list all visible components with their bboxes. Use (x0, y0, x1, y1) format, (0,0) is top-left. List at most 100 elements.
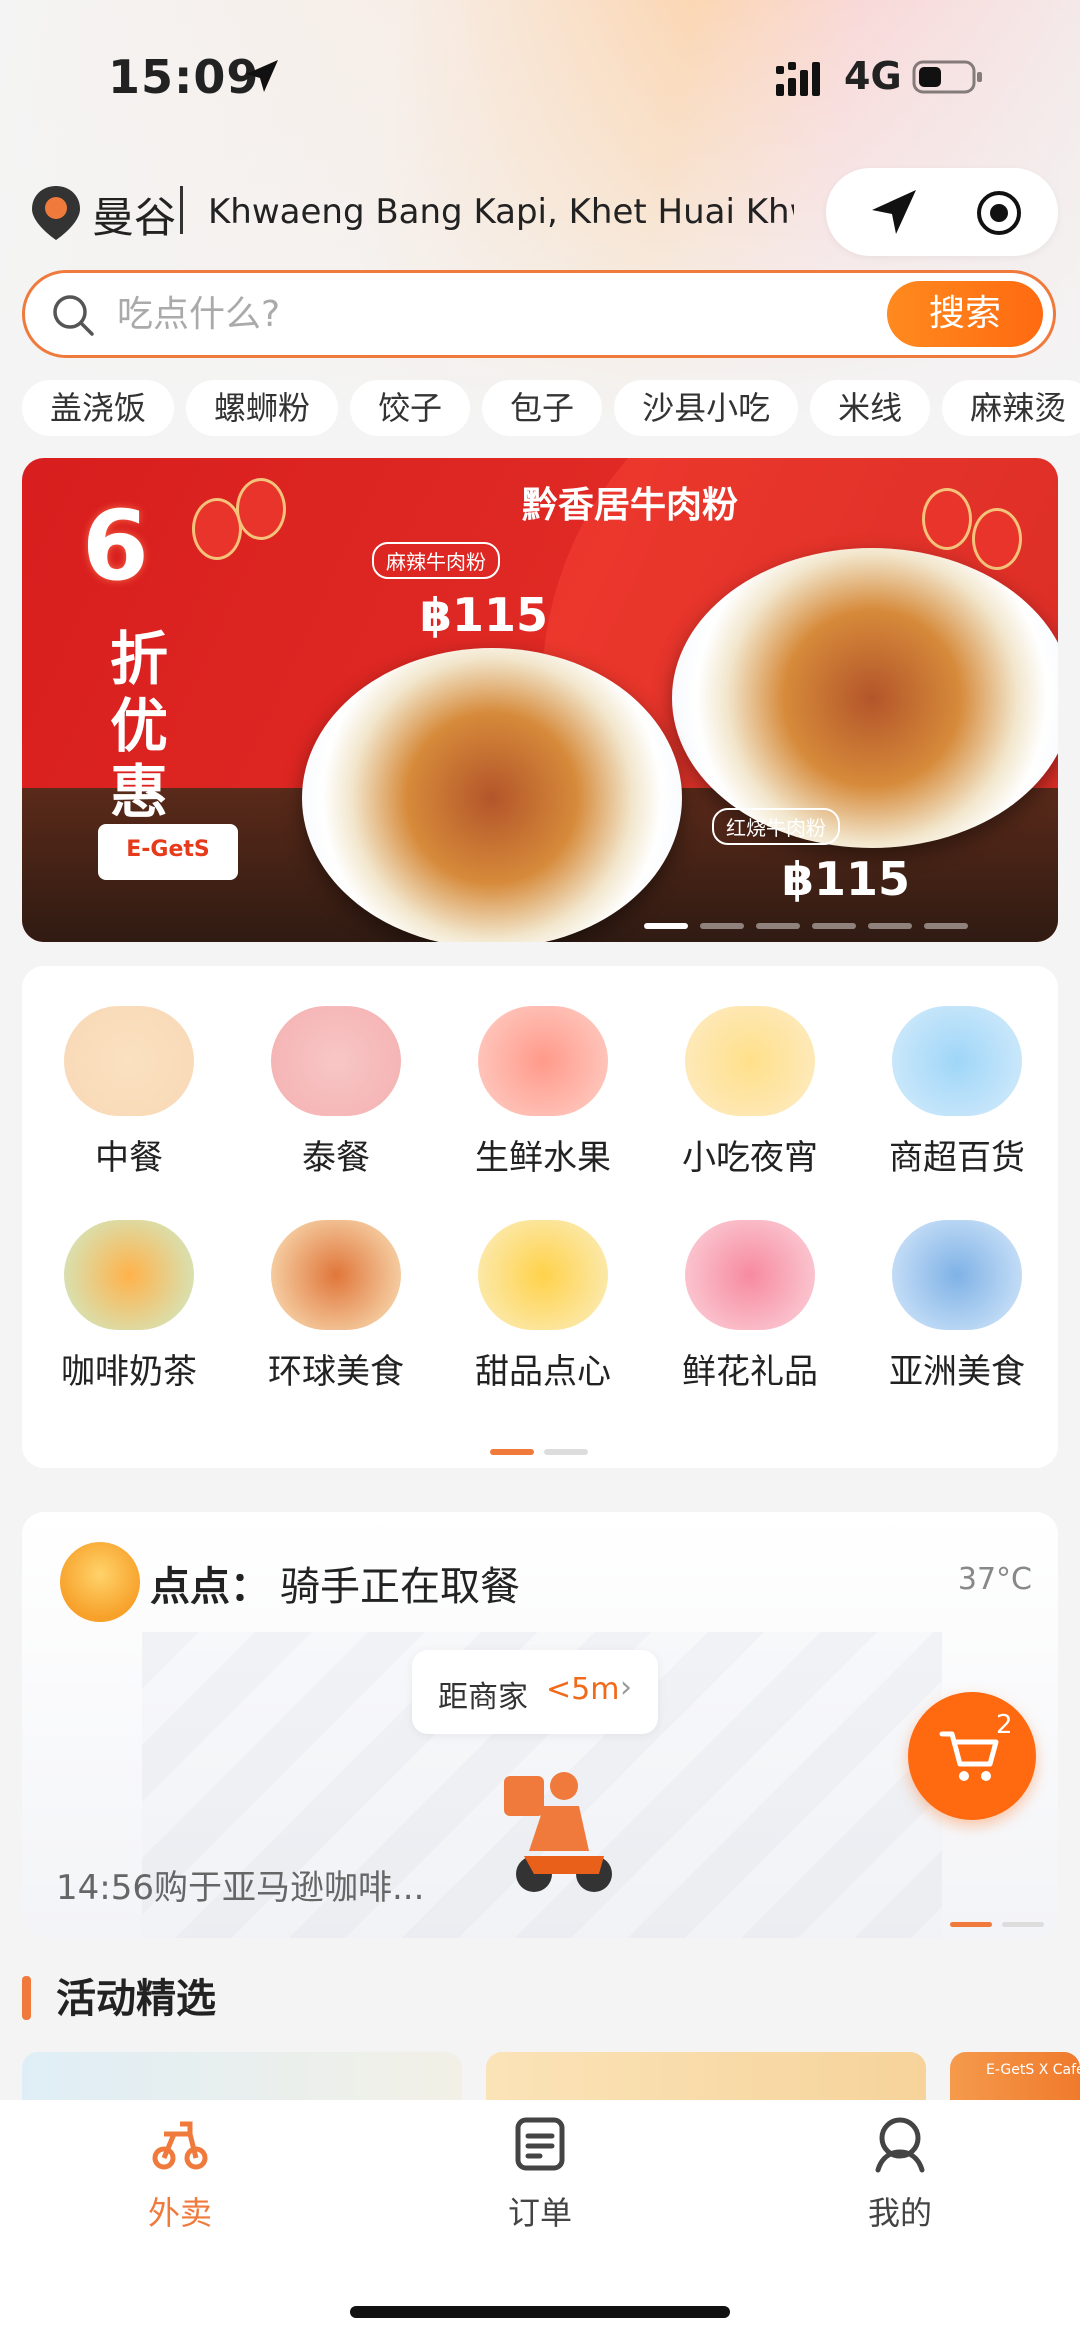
category-item[interactable]: 商超百货 (867, 1006, 1047, 1179)
rider-status: 骑手正在取餐 (280, 1564, 520, 1610)
category-item[interactable]: 亚洲美食 (867, 1220, 1047, 1393)
home-indicator[interactable] (350, 2306, 730, 2318)
chip[interactable]: 麻辣烫 (942, 380, 1080, 436)
discount-text: 折优惠 (110, 625, 169, 827)
navigation-arrow-icon[interactable] (866, 184, 922, 240)
city-selector[interactable]: 曼谷 (92, 184, 176, 245)
category-item[interactable]: 鲜花礼品 (660, 1220, 840, 1393)
search-bar: 搜索 (22, 270, 1056, 358)
cart-button[interactable]: 2 (908, 1692, 1036, 1820)
distance-bubble[interactable]: 距商家 <5m › (412, 1650, 658, 1734)
chip[interactable]: 米线 (810, 380, 931, 436)
category-grid: 中餐 泰餐 生鲜水果 小吃夜宵 商超百货 咖啡奶茶 环球美食 甜品点心 鲜花礼品… (22, 966, 1058, 1468)
section-title: 活动精选 (56, 1976, 216, 2022)
cart-count: 2 (996, 1710, 1013, 1740)
pagination-dot (924, 923, 968, 929)
category-item[interactable]: 生鲜水果 (453, 1006, 633, 1179)
tab-label: 我的 (867, 2194, 932, 2232)
category-item[interactable]: 小吃夜宵 (660, 1006, 840, 1179)
cart-icon (939, 1731, 999, 1781)
rose-icon (685, 1220, 815, 1330)
location-actions (826, 168, 1058, 256)
pagination-dot (950, 1922, 992, 1927)
chip[interactable]: 沙县小吃 (614, 380, 799, 436)
pagination-dot (868, 923, 912, 929)
category-item[interactable]: 甜品点心 (453, 1220, 633, 1393)
category-label: 生鲜水果 (475, 1138, 611, 1178)
category-pagination (490, 1440, 598, 1459)
delivery-address[interactable]: Khwaeng Bang Kapi, Khet Huai Khwang, Ban… (208, 192, 794, 232)
lantern-icon (972, 508, 1022, 570)
chip[interactable]: 饺子 (350, 380, 471, 436)
category-label: 泰餐 (302, 1138, 370, 1178)
coffee-icon (64, 1220, 194, 1330)
dish-label: 麻辣牛肉粉 (372, 542, 500, 579)
quick-search-chips: 盖浇饭 螺蛳粉 饺子 包子 沙县小吃 米线 麻辣烫 (22, 380, 1080, 440)
target-icon[interactable] (974, 188, 1024, 238)
city-separator (180, 186, 183, 234)
distance-value: <5m (546, 1672, 620, 1707)
chip[interactable]: 包子 (482, 380, 603, 436)
category-item[interactable]: 环球美食 (246, 1220, 426, 1393)
category-item[interactable]: 中餐 (39, 1006, 219, 1179)
dish-label: 红烧牛肉粉 (712, 808, 840, 845)
promo-banner[interactable]: 黔香居牛肉粉 6 折优惠 E-GetS 麻辣牛肉粉 ฿115 红烧牛肉粉 ฿11… (22, 458, 1058, 942)
tab-label: 订单 (507, 2194, 572, 2232)
tab-orders[interactable]: 订单 (440, 2114, 640, 2234)
thai-food-icon (271, 1006, 401, 1116)
chevron-right-icon: › (620, 1670, 632, 1705)
rider-scooter-icon (504, 1772, 612, 1892)
pagination-dot (490, 1449, 534, 1455)
lantern-icon (922, 488, 972, 550)
category-label: 鲜花礼品 (682, 1352, 818, 1392)
rider-status-card[interactable]: 点点： 骑手正在取餐 37°C 距商家 <5m › 14:56购于亚马逊咖啡..… (22, 1512, 1058, 1938)
battery-icon (912, 60, 982, 94)
dumpling-icon (64, 1006, 194, 1116)
tab-profile[interactable]: 我的 (800, 2114, 1000, 2234)
brand-logo: E-GetS (98, 824, 238, 880)
category-label: 商超百货 (889, 1138, 1025, 1178)
pagination-dot (544, 1449, 588, 1455)
chip[interactable]: 螺蛳粉 (186, 380, 339, 436)
status-time: 15:09 (108, 50, 260, 104)
banner-title: 黔香居牛肉粉 (522, 485, 739, 526)
dish-price: ฿115 (420, 588, 549, 642)
location-pin-icon (32, 186, 80, 240)
discount-number: 6 (82, 490, 149, 602)
profile-icon (875, 2117, 925, 2173)
category-label: 中餐 (95, 1138, 163, 1178)
category-item[interactable]: 咖啡奶茶 (39, 1220, 219, 1393)
burger-icon (271, 1220, 401, 1330)
rider-name: 点点： (150, 1564, 270, 1610)
section-accent-bar (22, 1976, 31, 2020)
search-input[interactable] (115, 283, 899, 345)
pagination-dot (812, 923, 856, 929)
pagination-dot (700, 923, 744, 929)
card-pagination (940, 1912, 1044, 1931)
category-label: 甜品点心 (475, 1352, 611, 1392)
fries-icon (685, 1006, 815, 1116)
tab-takeout[interactable]: 外卖 (80, 2114, 280, 2234)
noodle-bowl-image (672, 548, 1058, 848)
noodle-bowl-image (302, 648, 682, 942)
cellular-signal-icon (776, 62, 820, 96)
search-button[interactable]: 搜索 (887, 281, 1043, 347)
chip[interactable]: 盖浇饭 (22, 380, 175, 436)
category-label: 亚洲美食 (889, 1352, 1025, 1392)
search-icon (53, 295, 94, 336)
pagination-dot (756, 923, 800, 929)
distance-label: 距商家 (438, 1680, 528, 1715)
detergent-icon (892, 1006, 1022, 1116)
order-summary: 14:56购于亚马逊咖啡... (56, 1868, 425, 1908)
pancake-icon (478, 1220, 608, 1330)
mascot-icon (60, 1542, 140, 1622)
category-item[interactable]: 泰餐 (246, 1006, 426, 1179)
pagination-dot (1002, 1922, 1044, 1927)
asian-bowl-icon (892, 1220, 1022, 1330)
location-services-icon (246, 60, 278, 92)
location-row: 曼谷 Khwaeng Bang Kapi, Khet Huai Khwang, … (0, 160, 1080, 260)
order-icon (515, 2117, 565, 2171)
category-label: 咖啡奶茶 (61, 1352, 197, 1392)
network-type: 4G (844, 54, 902, 98)
category-label: 小吃夜宵 (682, 1138, 818, 1178)
